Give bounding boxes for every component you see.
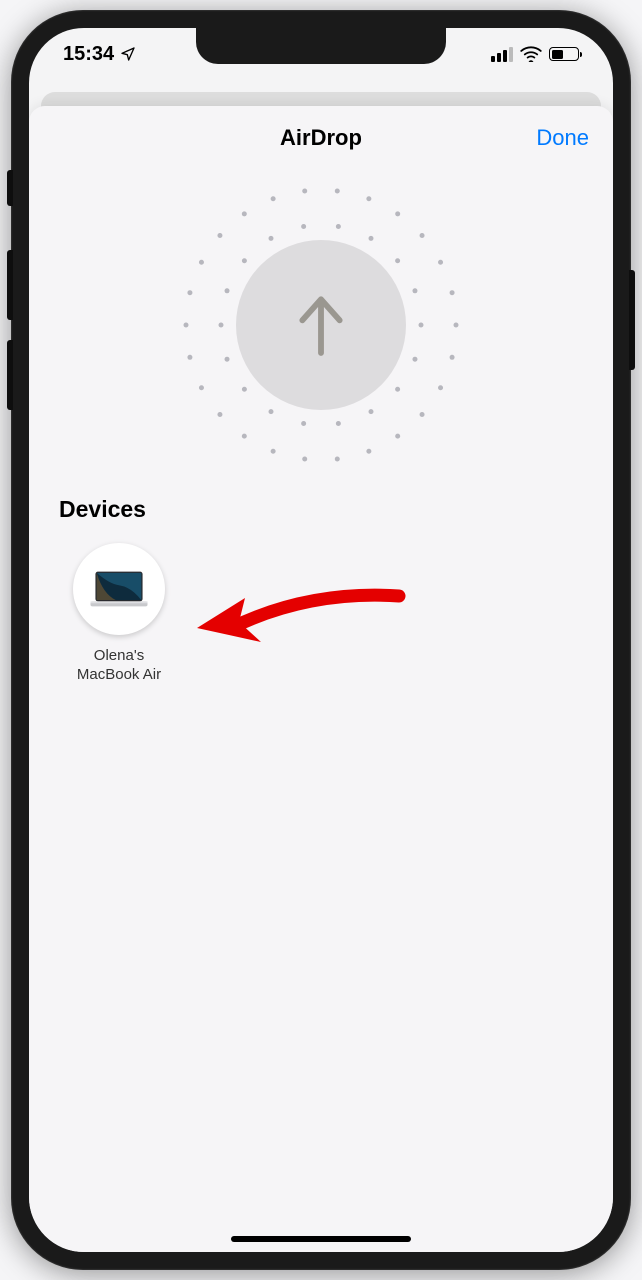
done-button[interactable]: Done	[536, 106, 589, 169]
phone-frame: 15:34 AirDrop Done	[11, 10, 631, 1270]
annotation-arrow	[189, 578, 409, 668]
status-left: 15:34	[63, 43, 136, 66]
devices-section-title: Devices	[59, 496, 613, 523]
airdrop-sheet: AirDrop Done Devices	[29, 106, 613, 1252]
location-icon	[120, 46, 136, 62]
laptop-icon	[88, 568, 150, 610]
power-button	[629, 270, 635, 370]
sheet-header: AirDrop Done	[29, 106, 613, 170]
sheet-title: AirDrop	[280, 125, 362, 151]
radar-dots	[181, 185, 461, 465]
volume-up-button	[7, 250, 13, 320]
airdrop-device[interactable]: Olena's MacBook Air	[59, 543, 179, 685]
airdrop-radar	[29, 170, 613, 480]
battery-icon	[549, 47, 579, 61]
wifi-icon	[520, 46, 542, 62]
volume-down-button	[7, 340, 13, 410]
screen: 15:34 AirDrop Done	[29, 28, 613, 1252]
cellular-icon	[491, 47, 513, 62]
status-right	[491, 46, 579, 62]
home-indicator[interactable]	[231, 1236, 411, 1242]
notch	[196, 28, 446, 64]
mute-switch	[7, 170, 13, 206]
device-avatar	[73, 543, 165, 635]
device-label: Olena's MacBook Air	[59, 647, 179, 685]
status-time: 15:34	[63, 43, 114, 66]
